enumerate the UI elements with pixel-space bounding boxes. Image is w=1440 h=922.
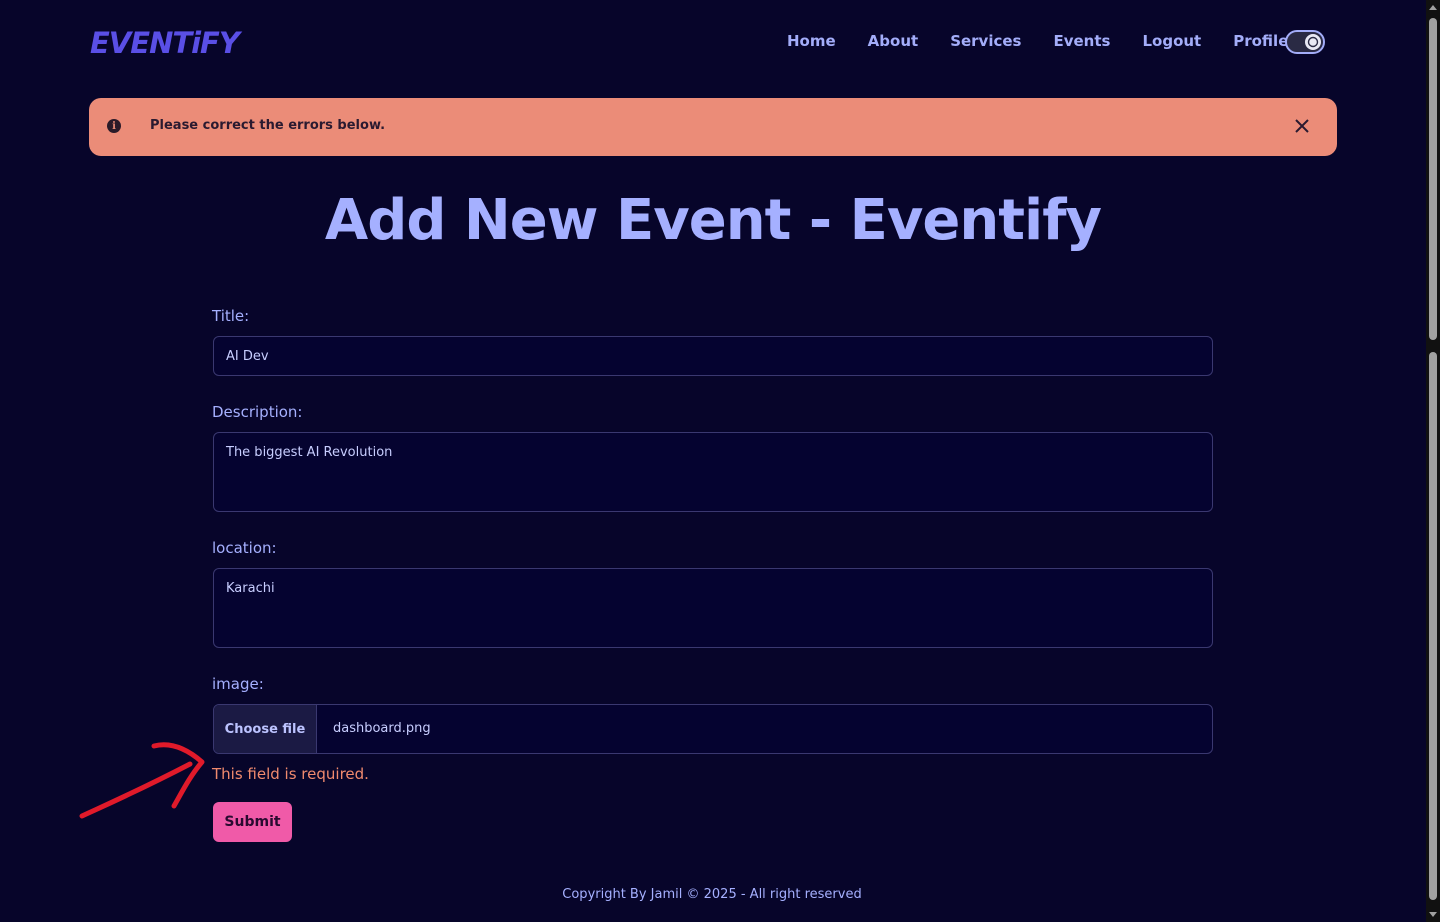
nav-profile[interactable]: Profile xyxy=(1233,31,1288,51)
description-label: Description: xyxy=(212,403,303,421)
image-label: image: xyxy=(212,675,264,693)
moon-icon xyxy=(1305,34,1321,50)
nav-about[interactable]: About xyxy=(868,31,919,51)
title-label: Title: xyxy=(212,307,250,325)
location-textarea[interactable]: Karachi xyxy=(213,568,1213,648)
location-label: location: xyxy=(212,539,277,557)
image-file-input[interactable]: Choose file dashboard.png xyxy=(213,704,1213,754)
footer-copyright: Copyright By Jamil © 2025 - All right re… xyxy=(562,887,862,902)
logo[interactable]: EVENTiFY xyxy=(90,26,240,60)
close-icon[interactable] xyxy=(1295,114,1309,133)
red-arrow-annotation xyxy=(79,742,205,819)
nav-events[interactable]: Events xyxy=(1053,31,1110,51)
alert-message: Please correct the errors below. xyxy=(150,118,386,133)
scroll-up-icon[interactable] xyxy=(1429,5,1437,10)
title-input[interactable]: AI Dev xyxy=(213,336,1213,376)
nav-services[interactable]: Services xyxy=(950,31,1021,51)
scroll-down-icon[interactable] xyxy=(1429,912,1437,917)
field-error-message: This field is required. xyxy=(212,765,369,783)
choose-file-button[interactable]: Choose file xyxy=(214,705,317,753)
submit-button[interactable]: Submit xyxy=(213,802,292,842)
page: EVENTiFY Home About Services Events Logo… xyxy=(0,0,1440,922)
scrollbar-track-segment[interactable] xyxy=(1429,352,1437,900)
description-textarea[interactable]: The biggest AI Revolution xyxy=(213,432,1213,512)
theme-toggle[interactable] xyxy=(1285,30,1325,54)
scrollbar[interactable] xyxy=(1426,0,1440,922)
nav-home[interactable]: Home xyxy=(787,31,836,51)
info-circle-icon: i xyxy=(107,119,121,133)
main-nav: Home About Services Events Logout Profil… xyxy=(787,31,1320,51)
page-title: Add New Event - Eventify xyxy=(324,188,1102,253)
file-name: dashboard.png xyxy=(333,721,431,736)
error-alert: i Please correct the errors below. xyxy=(89,98,1337,156)
nav-logout[interactable]: Logout xyxy=(1142,31,1201,51)
scrollbar-thumb[interactable] xyxy=(1429,18,1437,340)
